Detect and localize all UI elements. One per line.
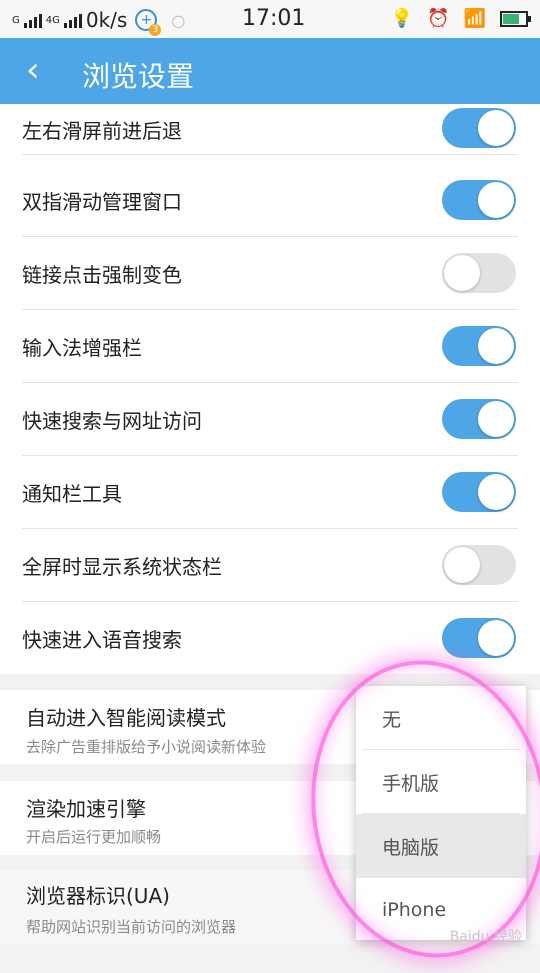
section-title: 自动进入智能阅读模式: [26, 706, 226, 730]
toggle-knob: [478, 620, 514, 656]
notification-plus-icon: + 3: [135, 9, 162, 36]
setting-row[interactable]: 左右滑屏前进后退: [22, 104, 518, 155]
back-icon[interactable]: ‹: [26, 50, 40, 90]
setting-label: 双指滑动管理窗口: [22, 189, 182, 214]
setting-toggle[interactable]: [442, 253, 516, 293]
setting-row[interactable]: 输入法增强栏: [22, 310, 518, 383]
page-title: 浏览设置: [82, 60, 195, 93]
setting-toggle[interactable]: [442, 326, 516, 366]
setting-label: 通知栏工具: [22, 481, 122, 506]
section-subtitle: 帮助网站识别当前访问的浏览器: [26, 918, 237, 936]
setting-toggle[interactable]: [442, 180, 516, 220]
setting-row[interactable]: 链接点击强制变色: [22, 237, 518, 310]
setting-toggle[interactable]: [442, 618, 516, 658]
setting-label: 快速搜索与网址访问: [22, 408, 202, 433]
app-bar: ‹ 浏览设置: [0, 38, 540, 104]
setting-toggle[interactable]: [442, 108, 516, 148]
toggle-knob: [478, 110, 514, 146]
battery-icon: [500, 10, 531, 27]
setting-toggle[interactable]: [442, 399, 516, 439]
toggle-knob: [478, 328, 514, 364]
wifi-icon: 📶: [463, 8, 486, 29]
setting-row[interactable]: 通知栏工具: [22, 456, 518, 529]
section-subtitle: 去除广告重排版给予小说阅读新体验: [26, 738, 267, 756]
toggle-knob: [478, 182, 514, 218]
ua-option-mobile[interactable]: 手机版: [356, 750, 526, 814]
setting-row[interactable]: 全屏时显示系统状态栏: [22, 529, 518, 602]
bulb-icon: 💡: [390, 8, 414, 29]
setting-toggle[interactable]: [442, 472, 516, 512]
ua-option-desktop[interactable]: 电脑版: [356, 814, 526, 878]
baidu-watermark: Baidu 经验: [449, 929, 522, 945]
toggle-knob: [444, 255, 480, 291]
signal-icon: [23, 12, 42, 28]
ua-dropdown-menu: 无 手机版 电脑版 iPhone: [356, 686, 526, 940]
status-right: 💡 ⏰ 📶: [390, 8, 531, 29]
notification-count-badge: 3: [149, 24, 162, 36]
section-title: 浏览器标识(UA): [26, 884, 170, 908]
network-speed: 0k/s: [85, 8, 128, 32]
setting-label: 左右滑屏前进后退: [22, 118, 182, 143]
settings-toggle-list: 左右滑屏前进后退 双指滑动管理窗口 链接点击强制变色 输入法增强栏 快速搜索与网…: [0, 104, 540, 674]
setting-row[interactable]: 双指滑动管理窗口: [22, 164, 518, 237]
section-subtitle: 开启后运行更加顺畅: [26, 828, 162, 846]
section-title: 渲染加速引擎: [26, 797, 146, 821]
setting-label: 链接点击强制变色: [22, 262, 182, 287]
status-left: G 4G 0k/s + 3 ○: [12, 8, 186, 36]
setting-label: 输入法增强栏: [22, 335, 142, 360]
signal-icon-2: [63, 12, 82, 28]
toggle-knob: [444, 547, 480, 583]
search-icon: ○: [171, 10, 186, 30]
network-label-4g: 4G: [45, 14, 60, 26]
network-label-g: G: [12, 14, 20, 26]
status-bar: G 4G 0k/s + 3 ○ 17:01 💡 ⏰ 📶: [0, 0, 540, 38]
setting-row[interactable]: 快速进入语音搜索: [22, 602, 518, 674]
setting-row[interactable]: 快速搜索与网址访问: [22, 383, 518, 456]
setting-label: 快速进入语音搜索: [22, 627, 182, 652]
setting-label: 全屏时显示系统状态栏: [22, 554, 222, 579]
clock: 17:01: [242, 6, 306, 31]
setting-toggle[interactable]: [442, 545, 516, 585]
ua-option-none[interactable]: 无: [356, 686, 526, 750]
toggle-knob: [478, 401, 514, 437]
toggle-knob: [478, 474, 514, 510]
alarm-icon: ⏰: [427, 8, 450, 29]
